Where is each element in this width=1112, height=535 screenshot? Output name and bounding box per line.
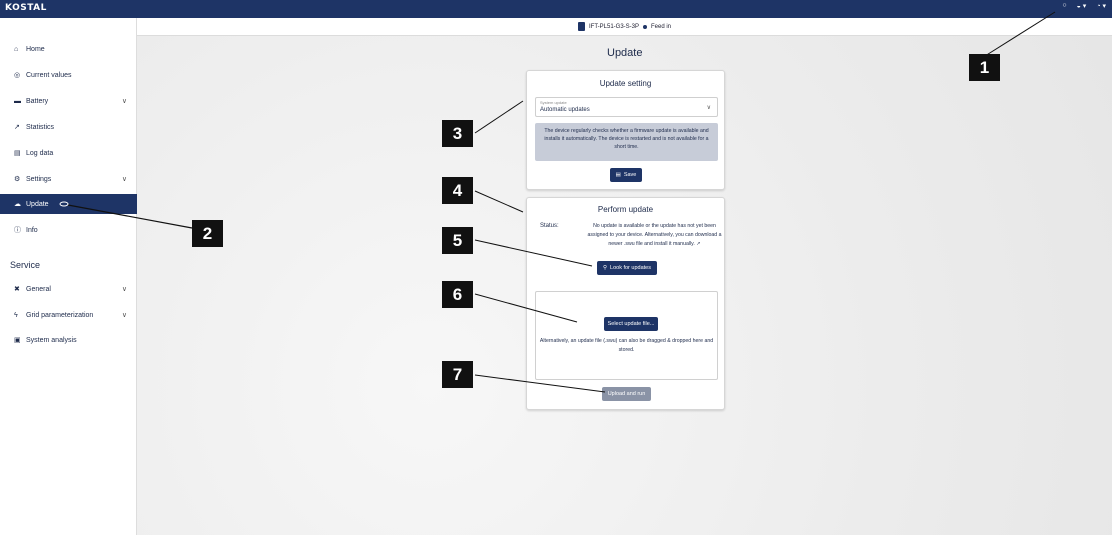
sidebar-item-general[interactable]: ✖ General ∨ [0, 279, 137, 299]
sidebar-item-label: Log data [26, 149, 54, 157]
service-section-title: Service [10, 260, 41, 270]
select-label: System update [540, 100, 567, 105]
select-update-file-button[interactable]: Select update file... [604, 317, 658, 331]
chevron-down-icon: ∨ [121, 176, 127, 183]
perform-update-title: Perform update [597, 205, 654, 214]
chevron-down-icon: ∨ [121, 312, 127, 319]
device-name: IFT-PL51-G3-S-3P [588, 23, 639, 30]
bell-icon[interactable]: ○ [1062, 2, 1066, 10]
device-status: Feed in [651, 23, 672, 30]
drop-hint: Alternatively, an update file (.swu) can… [539, 338, 714, 353]
status-dot-icon [643, 24, 647, 29]
callout-5: 5 [442, 227, 473, 254]
chart-icon: ↗ [14, 124, 20, 131]
look-for-updates-button[interactable]: ⚲ Look for updates [597, 261, 657, 275]
sidebar-item-battery[interactable]: ▬ Battery ∨ [0, 91, 137, 111]
select-file-label: Select update file... [607, 321, 655, 327]
clipboard-icon: ▣ [14, 337, 21, 344]
sidebar-item-statistics[interactable]: ↗ Statistics [0, 117, 137, 137]
callout-3: 3 [442, 120, 473, 147]
sidebar-item-label: Home [26, 45, 45, 53]
user-icon[interactable]: ◔ ▾ [1096, 2, 1106, 10]
look-for-updates-label: Look for updates [610, 265, 651, 271]
save-icon: ▤ [615, 172, 621, 178]
gauge-icon: ◎ [14, 72, 21, 79]
update-setting-card: Update setting System update Automatic u… [526, 70, 725, 190]
top-bar: KOSTAL ○ ◒ ▾ ◔ ▾ [0, 0, 1112, 18]
sidebar-item-log-data[interactable]: ▤ Log data [0, 143, 137, 163]
page-title: Update [607, 47, 643, 59]
lightning-icon: ϟ [14, 311, 18, 319]
inverter-icon [577, 22, 585, 31]
chevron-down-icon: ∨ [706, 105, 711, 111]
sidebar-item-home[interactable]: ⌂ Home [0, 39, 137, 59]
battery-icon: ▬ [14, 97, 21, 105]
gear-icon: ⚙ [14, 176, 21, 183]
sidebar-item-label: Current values [26, 71, 72, 79]
callout-7: 7 [442, 361, 473, 388]
sidebar-item-system-analysis[interactable]: ▣ System analysis [0, 330, 137, 350]
callout-4: 4 [442, 177, 473, 204]
chevron-down-icon: ∨ [121, 286, 127, 293]
device-bar: IFT-PL51-G3-S-3P Feed in [137, 18, 1112, 36]
callout-6: 6 [442, 281, 473, 308]
top-icons: ○ ◒ ▾ ◔ ▾ [1062, 2, 1106, 10]
sidebar-item-label: Settings [26, 175, 52, 183]
callout-2: 2 [192, 220, 223, 247]
sidebar-item-label: Update [26, 200, 49, 208]
sidebar-item-label: Battery [26, 97, 49, 105]
save-label: Save [623, 172, 637, 178]
save-button[interactable]: ▤ Save [610, 168, 642, 182]
file-drop-zone[interactable]: Select update file... Alternatively, an … [535, 291, 718, 380]
perform-update-card: Perform update Status: No update is avai… [526, 197, 725, 410]
chevron-down-icon: ∨ [121, 98, 127, 105]
select-value: Automatic updates [540, 107, 590, 113]
tools-icon: ✖ [14, 286, 20, 293]
external-link-icon[interactable]: ↗ [696, 241, 700, 247]
cloud-icon: ☁ [14, 201, 21, 208]
status-message: No update is available or the update has… [587, 223, 722, 247]
update-info-box: The device regularly checks whether a fi… [535, 123, 718, 161]
sidebar-item-label: Grid parameterization [26, 311, 94, 319]
callout-1: 1 [969, 54, 1000, 81]
sidebar-item-current-values[interactable]: ◎ Current values [0, 65, 137, 85]
sidebar-item-update[interactable]: ☁ Update [0, 194, 137, 214]
upload-label: Upload and run [607, 391, 646, 397]
info-icon: ⓘ [14, 227, 21, 234]
upload-and-run-button[interactable]: Upload and run [602, 387, 651, 401]
search-icon: ⚲ [602, 265, 608, 271]
globe-icon[interactable]: ◒ ▾ [1077, 2, 1087, 10]
sidebar-item-label: Statistics [26, 123, 55, 131]
home-icon: ⌂ [14, 45, 19, 53]
brand-logo: KOSTAL [5, 3, 47, 13]
status-text: No update is available or the update has… [587, 222, 722, 249]
sidebar-item-label: System analysis [26, 336, 77, 344]
sidebar: ⌂ Home ◎ Current values ▬ Battery ∨ ↗ St… [0, 18, 137, 535]
sidebar-item-label: Info [26, 226, 38, 234]
document-icon: ▤ [14, 150, 21, 157]
update-setting-title: Update setting [599, 79, 652, 88]
sidebar-item-settings[interactable]: ⚙ Settings ∨ [0, 169, 137, 189]
sidebar-item-label: General [26, 285, 51, 293]
sidebar-item-info[interactable]: ⓘ Info [0, 220, 137, 240]
sidebar-item-grid-parameterization[interactable]: ϟ Grid parameterization ∨ [0, 305, 137, 325]
status-label: Status: [540, 223, 559, 229]
system-update-select[interactable]: System update Automatic updates ∨ [535, 97, 718, 117]
